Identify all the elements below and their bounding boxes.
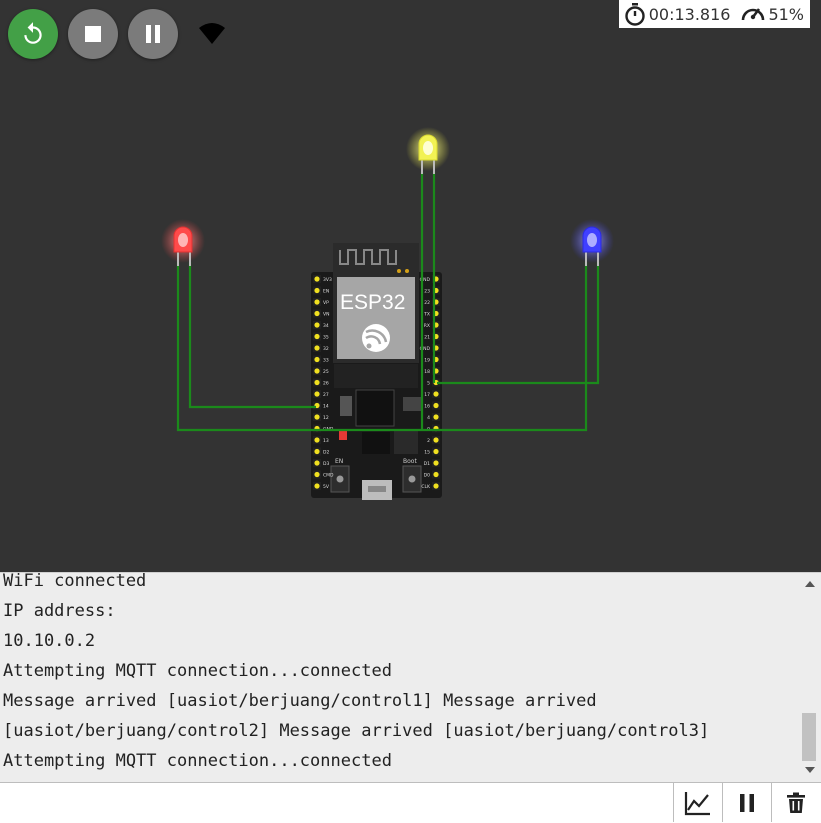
led-yellow[interactable]	[406, 127, 450, 174]
pin[interactable]	[433, 448, 439, 455]
pin[interactable]	[314, 483, 320, 489]
pin[interactable]	[314, 460, 320, 466]
pin[interactable]	[314, 356, 320, 363]
pin-label: 14	[323, 404, 329, 410]
wire-blue-anode	[437, 262, 600, 385]
pin-label: 13	[323, 438, 329, 444]
wire-blue-cathode	[437, 262, 588, 432]
pin-label: D0	[424, 473, 430, 479]
pin-label: 4	[427, 415, 430, 421]
pin-label: 17	[424, 392, 430, 398]
pin-label: 5	[427, 381, 430, 387]
pin-label: 34	[323, 323, 329, 329]
scroll-thumb[interactable]	[802, 713, 816, 761]
pin-label: 27	[323, 392, 329, 398]
pin-label: VN	[323, 312, 329, 318]
pin[interactable]	[314, 310, 320, 317]
pin[interactable]	[433, 391, 439, 397]
pin[interactable]	[314, 414, 320, 420]
power-led	[339, 430, 347, 440]
pin[interactable]	[314, 391, 320, 397]
pin[interactable]	[314, 448, 320, 455]
wire-red-anode	[188, 262, 316, 409]
pin-label: 5V	[323, 484, 330, 490]
pin[interactable]	[314, 471, 320, 478]
pin-label: CMD	[323, 473, 334, 479]
pin-label: EN	[323, 289, 329, 295]
pin[interactable]	[314, 299, 320, 305]
pin-label: 22	[424, 300, 430, 306]
pin[interactable]	[433, 471, 439, 478]
pin[interactable]	[433, 437, 439, 443]
svg-text:Boot: Boot	[403, 458, 417, 465]
espressif-logo	[362, 324, 390, 352]
serial-monitor[interactable]: WiFi connected IP address: 10.10.0.2 Att…	[0, 572, 821, 783]
pin[interactable]	[433, 483, 439, 489]
pause-output-button[interactable]	[722, 783, 771, 822]
pin-label: 21	[424, 335, 430, 341]
serial-output: WiFi connected IP address: 10.10.0.2 Att…	[3, 572, 710, 771]
pin-label: 2	[427, 438, 430, 444]
pin-label: 15	[424, 450, 430, 456]
serial-input[interactable]	[0, 783, 672, 821]
pin[interactable]	[433, 460, 439, 466]
pin-label: 35	[323, 335, 329, 341]
circuit-diagram: ESP32 EN Boot 3V3ENVPVN34353233252627141…	[161, 127, 614, 500]
pause-icon	[740, 793, 754, 812]
pin-label: 3V3	[323, 277, 332, 283]
pin-label: D2	[323, 450, 329, 456]
serial-input-bar	[0, 782, 821, 823]
pin-label: 16	[424, 404, 430, 410]
pin[interactable]	[314, 368, 320, 374]
pin[interactable]	[433, 402, 439, 409]
pin-label: 12	[323, 415, 329, 421]
pin-label: 25	[323, 369, 329, 375]
pin-label: 19	[424, 358, 430, 364]
pin[interactable]	[314, 287, 320, 294]
pin-label: 33	[323, 358, 329, 364]
pin-label: RX	[424, 323, 430, 329]
pin-label: 32	[323, 346, 329, 352]
pin-label: VP	[323, 300, 329, 306]
serial-scrollbar[interactable]	[799, 573, 821, 783]
clear-output-button[interactable]	[771, 783, 820, 822]
pin-label: 26	[323, 381, 329, 387]
pin-label: 23	[424, 289, 430, 295]
pin-label: CLK	[421, 484, 431, 490]
pin[interactable]	[314, 379, 320, 386]
scroll-up-icon[interactable]	[805, 581, 815, 587]
pin[interactable]	[314, 333, 320, 340]
pin[interactable]	[314, 276, 320, 282]
simulation-canvas: 00:13.816 51% ESP32 EN Boot 3V3 EN VP VN…	[0, 0, 821, 572]
chart-line-icon	[684, 791, 710, 815]
pin[interactable]	[314, 322, 320, 328]
chip-label: ESP32	[340, 291, 405, 314]
pin-label: D1	[424, 461, 430, 467]
pin-label: TX	[423, 312, 430, 318]
pin[interactable]	[314, 437, 320, 443]
trash-icon	[787, 792, 805, 813]
pin[interactable]	[433, 414, 439, 420]
led-blue[interactable]	[570, 219, 614, 266]
scroll-down-icon[interactable]	[805, 767, 815, 773]
svg-text:EN: EN	[335, 458, 343, 465]
pin-label: 18	[424, 369, 430, 375]
pin-label: D3	[323, 461, 329, 467]
led-red[interactable]	[161, 219, 205, 266]
pin[interactable]	[314, 345, 320, 351]
plotter-button[interactable]	[673, 783, 722, 822]
